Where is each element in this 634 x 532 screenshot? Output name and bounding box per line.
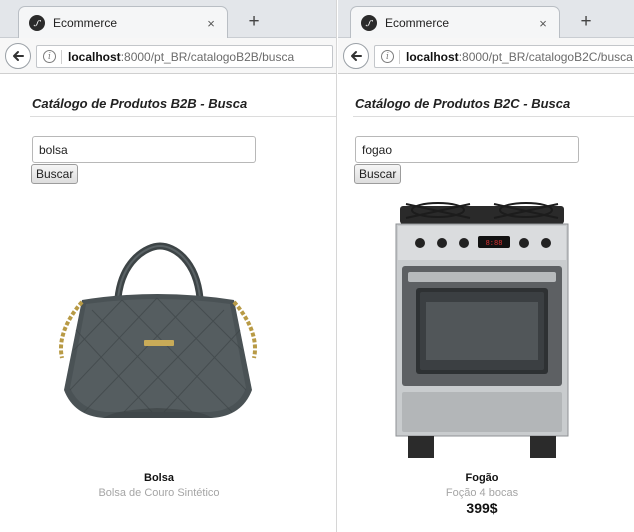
back-arrow-icon — [351, 51, 362, 61]
tab-strip: Ecommerce × + — [338, 0, 634, 39]
back-button[interactable] — [5, 43, 31, 69]
title-divider — [30, 116, 336, 117]
browser-window-b2b: Ecommerce × + i localhost :8000/pt_BR/ca… — [0, 0, 337, 532]
tab-ecommerce[interactable]: Ecommerce × — [18, 6, 228, 39]
stove-image[interactable]: 8:88 — [386, 196, 578, 468]
search-button[interactable]: Buscar — [354, 164, 402, 184]
handbag-image[interactable] — [52, 240, 262, 425]
tab-title: Ecommerce — [385, 16, 450, 30]
address-bar[interactable]: i localhost :8000/pt_BR/catalogoB2C/busc… — [374, 45, 634, 68]
url-separator — [399, 49, 400, 64]
symfony-favicon-icon — [361, 15, 377, 31]
plus-icon[interactable]: + — [240, 9, 268, 35]
product-price: 399$ — [466, 500, 498, 516]
browser-window-b2c: Ecommerce × + i localhost :8000/pt_BR/ca… — [338, 0, 634, 532]
nav-bar: i localhost :8000/pt_BR/catalogoB2B/busc… — [0, 38, 336, 74]
page-title: Catálogo de Produtos B2B - Busca — [32, 96, 248, 111]
address-bar[interactable]: i localhost :8000/pt_BR/catalogoB2B/busc… — [36, 45, 333, 68]
url-path: :8000/pt_BR/catalogoB2C/busca — [458, 49, 633, 64]
close-icon[interactable]: × — [535, 16, 551, 31]
title-divider — [353, 116, 634, 117]
product-name[interactable]: Bolsa — [49, 472, 269, 484]
plus-icon[interactable]: + — [572, 9, 600, 35]
tab-ecommerce[interactable]: Ecommerce × — [350, 6, 560, 39]
close-icon[interactable]: × — [203, 16, 219, 31]
search-input[interactable] — [355, 136, 579, 163]
symfony-favicon-icon — [29, 15, 45, 31]
page-title: Catálogo de Produtos B2C - Busca — [355, 96, 571, 111]
tab-title: Ecommerce — [53, 16, 118, 30]
search-input[interactable] — [32, 136, 256, 163]
url-host: localhost — [406, 49, 459, 64]
url-path: :8000/pt_BR/catalogoB2B/busca — [120, 49, 295, 64]
back-button[interactable] — [343, 43, 369, 69]
nav-bar: i localhost :8000/pt_BR/catalogoB2C/busc… — [338, 38, 634, 74]
product-name[interactable]: Fogão — [372, 472, 592, 484]
back-arrow-icon — [13, 51, 24, 61]
svg-text:8:88: 8:88 — [486, 240, 503, 248]
product-description: Bolsa de Couro Sintético — [98, 487, 220, 499]
search-button[interactable]: Buscar — [31, 164, 79, 184]
url-separator — [61, 49, 62, 64]
url-host: localhost — [68, 49, 121, 64]
info-icon[interactable]: i — [381, 50, 394, 63]
tab-strip: Ecommerce × + — [0, 0, 336, 39]
info-icon[interactable]: i — [43, 50, 56, 63]
product-description: Foção 4 bocas — [445, 487, 519, 499]
